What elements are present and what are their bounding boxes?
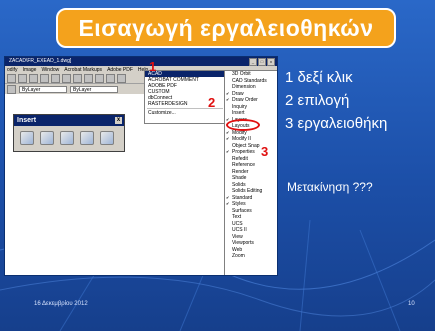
zoom-icon[interactable] — [117, 74, 126, 83]
step-marker-2: 2 — [208, 95, 216, 110]
insert-object-icon[interactable] — [80, 131, 94, 145]
pan-icon[interactable] — [106, 74, 115, 83]
open-file-icon[interactable] — [18, 74, 27, 83]
autocad-screenshot: ZACAD\FR_EXEAD_1.dwg] _ □ x odify Image … — [4, 56, 278, 276]
minimize-button[interactable]: _ — [249, 58, 257, 66]
insert-toolbar-icons — [14, 126, 124, 150]
copy-icon[interactable] — [62, 74, 71, 83]
window-title: ZACAD\FR_EXEAD_1.dwg] — [9, 58, 72, 64]
insert-toolbar-title-bar[interactable]: Insert x — [14, 115, 124, 126]
insert-toolbar-title: Insert — [17, 117, 37, 124]
slide-title-banner: Εισαγωγή εργαλειοθηκών — [56, 8, 396, 48]
linetype-combo[interactable]: ByLayer — [70, 85, 118, 93]
raster-image-icon[interactable] — [60, 131, 74, 145]
move-note: Μετακίνηση ??? — [287, 180, 373, 194]
new-file-icon[interactable] — [7, 74, 16, 83]
print-icon[interactable] — [40, 74, 49, 83]
context-menu-item-customize[interactable]: Customize... — [145, 110, 225, 116]
layer-icon[interactable] — [7, 84, 16, 94]
menu-adobe-pdf[interactable]: Adobe PDF — [107, 66, 133, 74]
step-1: 1 δεξί κλικ — [285, 69, 353, 86]
slide-title: Εισαγωγή εργαλειοθηκών — [78, 14, 374, 41]
layer-combo[interactable]: ByLayer — [19, 85, 67, 93]
steps-list: 1 δεξί κλικ 2 επιλογή 3 εργαλειοθήκη — [285, 66, 387, 135]
redo-icon[interactable] — [95, 74, 104, 83]
toolbar-sub-menu: 3D OrbitCAD StandardsDimensionDrawDraw O… — [224, 70, 277, 275]
footer-date: 16 Δεκεμβρίου 2012 — [34, 301, 88, 307]
close-button[interactable]: x — [267, 58, 275, 66]
step-2: 2 επιλογή — [285, 92, 350, 109]
menu-window[interactable]: Window — [41, 66, 59, 74]
paste-icon[interactable] — [73, 74, 82, 83]
insert-highlight-circle — [226, 119, 260, 131]
page-number: 10 — [408, 301, 415, 307]
step-marker-3: 3 — [261, 144, 269, 159]
window-controls: _ □ x — [249, 58, 275, 66]
insert-toolbar[interactable]: Insert x — [13, 114, 125, 152]
app-title-bar: ZACAD\FR_EXEAD_1.dwg] _ □ x — [5, 57, 277, 66]
insert-toolbar-close-button[interactable]: x — [115, 117, 122, 124]
menu-acrobat-markups[interactable]: Acrobat Markups — [64, 66, 102, 74]
insert-block-icon[interactable] — [20, 131, 34, 145]
insert-layout-icon[interactable] — [100, 131, 114, 145]
maximize-button[interactable]: □ — [258, 58, 266, 66]
menu-modify[interactable]: odify — [7, 66, 18, 74]
menu-image[interactable]: Image — [23, 66, 37, 74]
external-reference-icon[interactable] — [40, 131, 54, 145]
step-marker-1: 1 — [149, 59, 157, 74]
step-3: 3 εργαλειοθήκη — [285, 115, 388, 132]
undo-icon[interactable] — [84, 74, 93, 83]
sub-menu-item[interactable]: Zoom — [225, 253, 277, 260]
save-icon[interactable] — [29, 74, 38, 83]
slide: Εισαγωγή εργαλειοθηκών ZACAD\FR_EXEAD_1.… — [0, 0, 435, 331]
cut-icon[interactable] — [51, 74, 60, 83]
